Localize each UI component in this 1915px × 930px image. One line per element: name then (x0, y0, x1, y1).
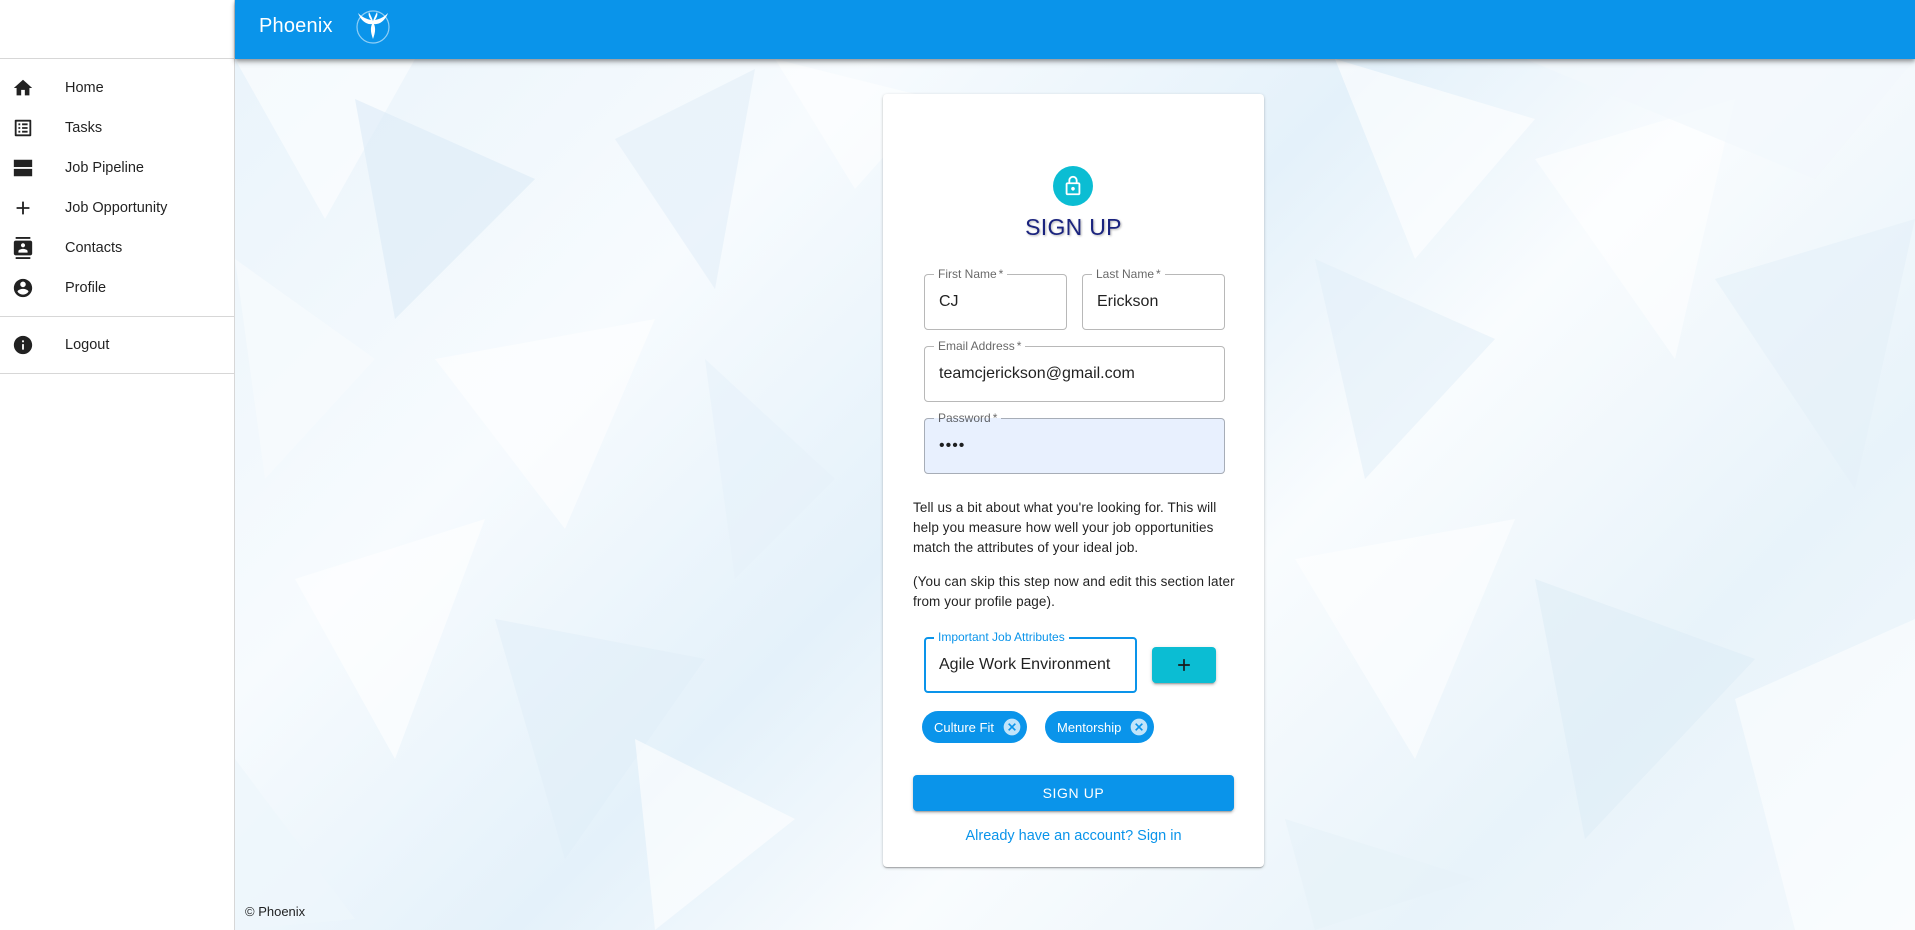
sidebar-item-profile[interactable]: Profile (0, 268, 234, 308)
first-name-value: CJ (939, 293, 959, 310)
sidebar-item-home[interactable]: Home (0, 68, 234, 108)
sidebar-header (0, 0, 234, 59)
lock-icon (1065, 175, 1081, 196)
sidebar-nav: Home Tasks Job Pipeline Job Opportunity … (0, 59, 234, 374)
sidebar-item-label: Job Opportunity (65, 200, 168, 216)
sidebar-item-label: Logout (65, 337, 110, 353)
sidebar-item-label: Contacts (65, 240, 123, 256)
email-value: teamcjerickson@gmail.com (939, 365, 1135, 382)
sidebar-divider (0, 316, 234, 317)
chip-delete-icon[interactable] (1001, 716, 1023, 738)
signup-title: SIGN UP (1025, 214, 1122, 240)
contacts-icon (12, 237, 34, 259)
sidebar-divider (0, 373, 234, 374)
attribute-chip: Mentorship (1045, 711, 1155, 743)
email-field[interactable]: Email Address * teamcjerickson@gmail.com (924, 339, 1225, 402)
pipeline-icon (12, 157, 34, 179)
password-field[interactable]: Password * •••• (924, 411, 1225, 474)
lock-avatar (1053, 166, 1093, 206)
phoenix-logo-icon (351, 9, 395, 45)
sidebar-drawer: Home Tasks Job Pipeline Job Opportunity … (0, 0, 235, 930)
sidebar-item-label: Home (65, 80, 104, 96)
add-icon (12, 197, 34, 219)
info-icon (12, 334, 34, 356)
skip-step-note: (You can skip this step now and edit thi… (913, 574, 1235, 609)
sidebar-item-logout[interactable]: Logout (0, 325, 234, 365)
attribute-chip: Culture Fit (922, 711, 1027, 743)
signup-card: SIGN UP First Name * CJ Last Name * Ericks… (883, 94, 1264, 867)
chip-label: Culture Fit (934, 719, 994, 735)
last-name-field[interactable]: Last Name * Erickson (1082, 267, 1225, 330)
sidebar-item-contacts[interactable]: Contacts (0, 228, 234, 268)
chip-delete-icon[interactable] (1128, 716, 1150, 738)
footer-copyright: © Phoenix (245, 904, 306, 919)
sidebar-item-job-pipeline[interactable]: Job Pipeline (0, 148, 234, 188)
sidebar-item-label: Tasks (65, 120, 103, 136)
password-value: •••• (939, 437, 966, 454)
sign-up-button[interactable]: SIGN UP (913, 775, 1234, 811)
job-attributes-field[interactable]: Important Job Attributes Agile Work Envi… (924, 630, 1137, 693)
sidebar-item-tasks[interactable]: Tasks (0, 108, 234, 148)
job-attributes-value: Agile Work Environment (939, 656, 1111, 673)
job-attributes-description: Tell us a bit about what you're looking … (913, 500, 1217, 555)
sidebar-item-job-opportunity[interactable]: Job Opportunity (0, 188, 234, 228)
home-icon (12, 77, 34, 99)
first-name-field[interactable]: First Name * CJ (924, 267, 1067, 330)
sidebar-item-label: Profile (65, 280, 107, 296)
app-bar: Phoenix (235, 0, 1915, 59)
chip-label: Mentorship (1057, 719, 1122, 735)
list-icon (12, 117, 34, 139)
sign-in-link[interactable]: Already have an account? Sign in (883, 828, 1264, 844)
add-attribute-button[interactable] (1152, 647, 1216, 683)
brand-title: Phoenix (259, 14, 333, 37)
add-icon (1178, 659, 1190, 671)
account-circle-icon (12, 277, 34, 299)
last-name-value: Erickson (1097, 293, 1159, 310)
sidebar-item-label: Job Pipeline (65, 160, 144, 176)
